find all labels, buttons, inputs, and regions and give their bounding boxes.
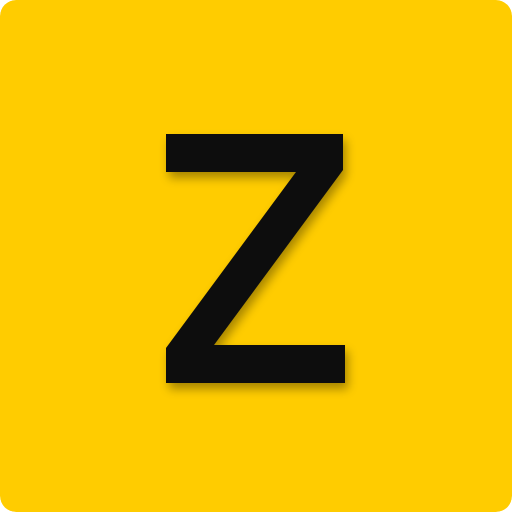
z-letter-icon: Z <box>166 134 345 383</box>
app-icon: Z <box>0 0 512 512</box>
